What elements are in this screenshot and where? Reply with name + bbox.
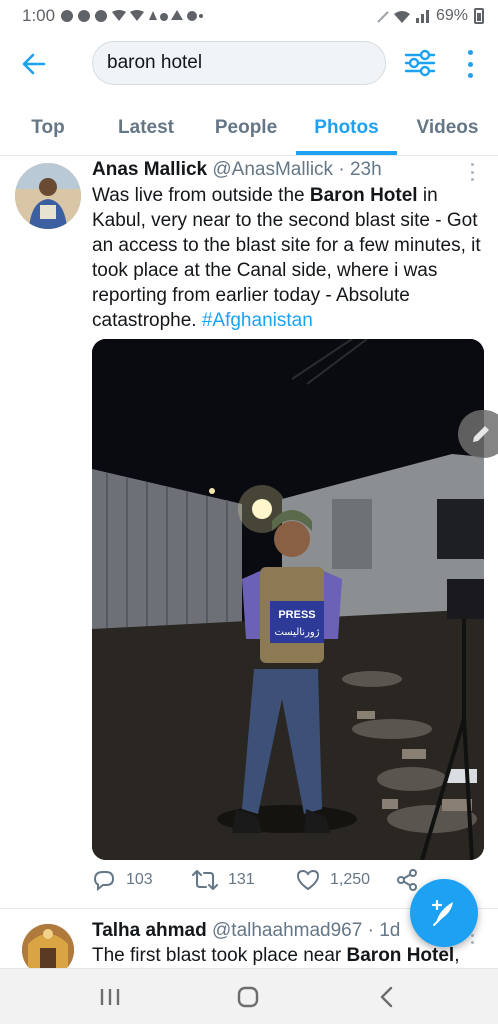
tweet-photo[interactable]: PRESS ژورنالیست xyxy=(92,339,484,860)
avatar-image xyxy=(15,163,81,229)
tab-top[interactable]: Top xyxy=(0,100,96,156)
reply-icon xyxy=(93,871,115,891)
like-button[interactable]: 1,250 xyxy=(296,869,370,891)
tab-people[interactable]: People xyxy=(196,100,296,156)
edit-pill[interactable] xyxy=(458,410,498,458)
retweet-icon xyxy=(192,870,218,890)
signal-icons xyxy=(377,10,429,23)
tweet-time: 1d xyxy=(379,920,401,941)
header-separator: · xyxy=(362,920,380,941)
overflow-menu-icon[interactable] xyxy=(462,50,478,78)
notification-icon-row xyxy=(61,10,204,22)
share-icon xyxy=(397,869,417,891)
avatar[interactable] xyxy=(22,924,74,968)
author-name[interactable]: Talha ahmad xyxy=(92,920,207,941)
text-segment: The first blast took place near xyxy=(92,945,347,966)
home-icon[interactable] xyxy=(233,983,263,1011)
battery-icon xyxy=(474,8,484,24)
filter-icon[interactable] xyxy=(404,48,436,78)
search-tabs: Top Latest People Photos Videos xyxy=(0,100,498,156)
back-nav-icon[interactable] xyxy=(372,983,402,1011)
reply-count: 103 xyxy=(126,871,153,888)
like-count: 1,250 xyxy=(330,871,371,888)
status-time: 1:00 xyxy=(22,6,56,25)
status-bar: 1:00 69% xyxy=(0,0,498,32)
notification-icons xyxy=(61,8,204,24)
tweet-actions: 103 131 1,250 xyxy=(92,869,422,903)
tweet-header: Talha ahmad @talhaahmad967 · 1d xyxy=(92,920,400,942)
tweet-text: The first blast took place near Baron Ho… xyxy=(92,945,459,967)
tab-photos[interactable]: Photos xyxy=(296,100,397,156)
search-input[interactable]: baron hotel xyxy=(92,41,386,85)
battery-percent: 69% xyxy=(435,7,468,24)
compose-feather-icon xyxy=(431,899,453,926)
press-label: PRESS xyxy=(278,609,315,621)
recent-apps-icon[interactable] xyxy=(95,983,125,1011)
pencil-icon xyxy=(473,426,489,442)
active-tab-indicator xyxy=(296,151,397,155)
text-segment: , xyxy=(454,945,460,966)
author-name[interactable]: Anas Mallick xyxy=(92,159,207,180)
reply-button[interactable]: 103 xyxy=(92,869,153,891)
author-handle: @AnasMallick xyxy=(212,159,334,180)
tweet[interactable]: Anas Mallick @AnasMallick · 23h Was live… xyxy=(0,157,498,909)
tweet-more-icon[interactable] xyxy=(471,163,477,181)
hashtag-link[interactable]: #Afghanistan xyxy=(202,310,313,331)
retweet-button[interactable]: 131 xyxy=(192,869,255,891)
system-nav-bar xyxy=(0,968,498,1024)
tweet-time: 23h xyxy=(349,159,382,180)
share-button[interactable] xyxy=(396,869,418,891)
author-handle: @talhaahmad967 xyxy=(212,920,363,941)
back-arrow-icon[interactable] xyxy=(20,50,48,78)
heart-icon xyxy=(296,869,320,891)
photo-scene: PRESS ژورنالیست xyxy=(92,339,484,860)
tweet-text: Was live from outside the Baron Hotel in… xyxy=(92,183,486,333)
retweet-count: 131 xyxy=(228,871,255,888)
compose-tweet-button[interactable] xyxy=(410,879,478,947)
avatar-image xyxy=(22,924,74,968)
tweet-header: Anas Mallick @AnasMallick · 23h xyxy=(92,159,472,181)
avatar[interactable] xyxy=(15,163,81,229)
search-header: baron hotel xyxy=(0,32,498,96)
text-highlight: Baron Hotel xyxy=(346,945,455,966)
search-query: baron hotel xyxy=(107,52,203,73)
header-separator: · xyxy=(333,159,350,180)
text-segment: Was live from outside the xyxy=(92,185,310,206)
text-highlight: Baron Hotel xyxy=(309,185,418,206)
tab-latest[interactable]: Latest xyxy=(96,100,196,156)
press-sublabel: ژورنالیست xyxy=(274,627,319,638)
tab-videos[interactable]: Videos xyxy=(397,100,498,156)
